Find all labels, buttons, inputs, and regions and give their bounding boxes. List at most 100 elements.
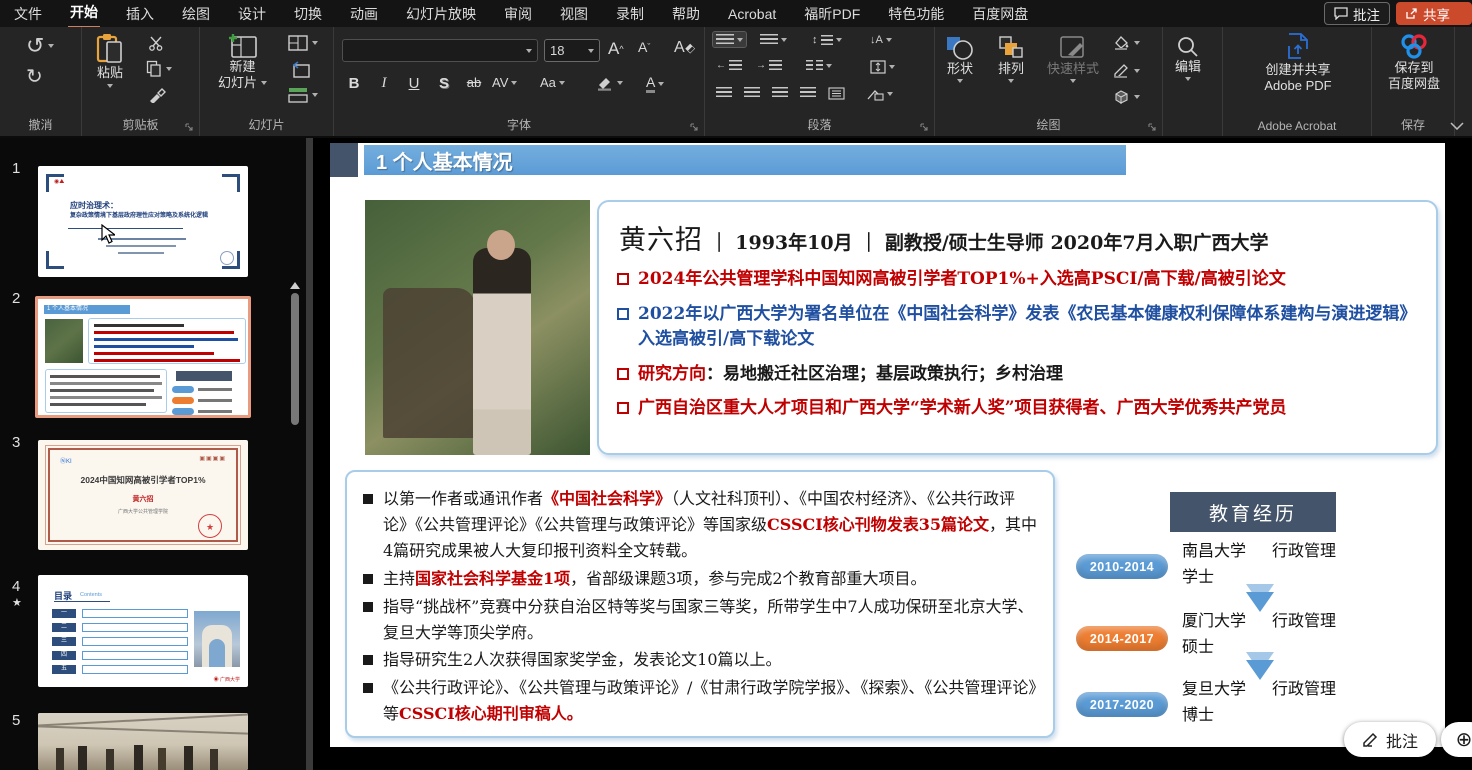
profile-info-box[interactable]: 黄六招 ｜ 1993年10月 ｜ 副教授/硕士生导师 2020年7月入职广西大学… bbox=[597, 200, 1438, 455]
scrollbar-up-arrow[interactable] bbox=[290, 282, 300, 289]
italic-button[interactable]: I bbox=[372, 75, 396, 92]
reset-slide-button[interactable] bbox=[290, 61, 310, 78]
justify-button[interactable] bbox=[797, 85, 819, 100]
align-right-button[interactable] bbox=[769, 85, 791, 100]
shrink-font-button[interactable]: Aˇ bbox=[638, 39, 650, 55]
font-dialog-launcher[interactable] bbox=[690, 123, 699, 132]
columns-button[interactable] bbox=[803, 58, 835, 73]
slide-number-4: 4 bbox=[12, 578, 20, 595]
profile-photo[interactable] bbox=[365, 200, 590, 455]
slide-layout-button[interactable] bbox=[288, 35, 318, 51]
tab-transitions[interactable]: 切换 bbox=[292, 0, 324, 28]
increase-indent-button[interactable]: → bbox=[753, 58, 785, 73]
tab-special-features[interactable]: 特色功能 bbox=[886, 0, 946, 28]
slide-thumbnail-4[interactable]: 目录 Contents 一 二 三 四 五 ◉ 广西大学 bbox=[38, 575, 248, 687]
quick-styles-button[interactable]: 快速样式 bbox=[1047, 35, 1099, 83]
tab-foxit-pdf[interactable]: 福昕PDF bbox=[802, 0, 862, 28]
tab-help[interactable]: 帮助 bbox=[670, 0, 702, 28]
align-left-button[interactable] bbox=[713, 85, 735, 100]
tab-design[interactable]: 设计 bbox=[236, 0, 268, 28]
slide-number-3: 3 bbox=[12, 434, 20, 451]
share-button[interactable]: 共享 bbox=[1396, 2, 1472, 25]
distribute-button[interactable] bbox=[825, 85, 848, 102]
slide-thumbnail-panel: 1 ◉⛰ 应时治理术： 复杂政策情境下基层政府理性应对策略及系统化逻辑 2 1 … bbox=[0, 138, 306, 770]
university-logo: ◉⛰ bbox=[54, 178, 64, 186]
font-name-select[interactable] bbox=[342, 39, 538, 62]
scrollbar-thumb[interactable] bbox=[291, 293, 299, 425]
format-painter-button[interactable] bbox=[148, 87, 166, 103]
slide-thumbnail-1[interactable]: ◉⛰ 应时治理术： 复杂政策情境下基层政府理性应对策略及系统化逻辑 bbox=[38, 166, 248, 277]
section-button[interactable] bbox=[288, 87, 318, 103]
shape-fill-button[interactable] bbox=[1113, 35, 1140, 50]
tab-insert[interactable]: 插入 bbox=[124, 0, 156, 28]
convert-smartart-button[interactable] bbox=[863, 85, 896, 103]
grow-font-button[interactable]: A^ bbox=[608, 39, 624, 59]
education-period-pill: 2017-2020 bbox=[1076, 692, 1168, 717]
redo-button[interactable]: ↻ bbox=[26, 67, 43, 87]
zoom-in-button[interactable]: ⊕ bbox=[1441, 722, 1472, 757]
text-direction-button[interactable]: ↓A bbox=[867, 32, 895, 48]
tab-file[interactable]: 文件 bbox=[12, 0, 44, 28]
panel-divider[interactable] bbox=[306, 138, 313, 770]
person-head-shape bbox=[487, 230, 515, 260]
character-spacing-button[interactable]: AV bbox=[492, 75, 517, 90]
save-to-baidu-button[interactable]: 保存到 百度网盘 bbox=[1380, 32, 1448, 93]
align-text-button[interactable] bbox=[867, 58, 898, 76]
tab-slideshow[interactable]: 幻灯片放映 bbox=[404, 0, 478, 28]
clear-formatting-button[interactable]: A◧ bbox=[674, 39, 694, 57]
undo-button[interactable]: ↺ bbox=[26, 35, 54, 57]
ribbon-group-slides: 新建 幻灯片 幻灯片 bbox=[200, 27, 334, 136]
new-slide-button[interactable]: 新建 幻灯片 bbox=[218, 33, 267, 92]
tab-home[interactable]: 开始 bbox=[68, 0, 100, 29]
tab-baidu-netdisk[interactable]: 百度网盘 bbox=[970, 0, 1030, 28]
shape-outline-button[interactable] bbox=[1113, 63, 1140, 78]
ink-comment-button[interactable]: 批注 bbox=[1344, 722, 1436, 757]
drawing-dialog-launcher[interactable] bbox=[1148, 123, 1157, 132]
slide-thumbnail-3[interactable]: ⓃKI ▣▣▣▣ 2024中国知网高被引学者TOP1% 黄六招 广西大学公共管理… bbox=[38, 440, 248, 550]
slide-thumbnail-2-selected[interactable]: 1 个人基本情况 bbox=[35, 296, 251, 418]
comments-button[interactable]: 批注 bbox=[1324, 2, 1390, 25]
paragraph-dialog-launcher[interactable] bbox=[920, 123, 929, 132]
slide-thumbnail-5[interactable] bbox=[38, 713, 248, 770]
tab-record[interactable]: 录制 bbox=[614, 0, 646, 28]
highlight-color-button[interactable] bbox=[596, 75, 623, 91]
numbering-button[interactable] bbox=[757, 32, 790, 47]
strikethrough-button[interactable]: ab bbox=[462, 75, 486, 90]
cut-button[interactable] bbox=[148, 35, 164, 51]
slide-title[interactable]: 1 个人基本情况 bbox=[364, 145, 1126, 175]
create-share-adobe-pdf-button[interactable]: 创建并共享 Adobe PDF bbox=[1243, 32, 1353, 95]
tab-review[interactable]: 审阅 bbox=[502, 0, 534, 28]
text-shadow-button[interactable]: S bbox=[432, 75, 456, 92]
change-case-button[interactable]: Aa bbox=[540, 75, 565, 90]
arrange-button[interactable]: 排列 bbox=[997, 35, 1025, 83]
bullets-button[interactable] bbox=[713, 32, 746, 47]
underline-button[interactable]: U bbox=[402, 75, 426, 92]
shapes-button[interactable]: 形状 bbox=[945, 35, 975, 83]
mouse-cursor bbox=[100, 224, 115, 244]
bold-button[interactable]: B bbox=[342, 75, 366, 92]
education-panel[interactable]: 教育经历 2010-2014 南昌大学行政管理 学士 2014-2017 厦门大… bbox=[1070, 480, 1442, 742]
copy-button[interactable] bbox=[146, 60, 172, 77]
tab-acrobat[interactable]: Acrobat bbox=[726, 2, 778, 26]
collapse-ribbon-chevron[interactable] bbox=[1450, 122, 1464, 130]
font-size-select[interactable]: 18 bbox=[544, 39, 600, 62]
tab-view[interactable]: 视图 bbox=[558, 0, 590, 28]
tab-draw[interactable]: 绘图 bbox=[180, 0, 212, 28]
education-entry: 复旦大学行政管理 博士 bbox=[1182, 676, 1336, 729]
editing-button[interactable]: 编辑 bbox=[1175, 35, 1201, 81]
decrease-indent-button[interactable]: ← bbox=[713, 58, 745, 73]
tab-animations[interactable]: 动画 bbox=[348, 0, 380, 28]
align-center-button[interactable] bbox=[741, 85, 763, 100]
profile-bullet: 2022年以广西大学为署名单位在《中国社会科学》发表《农民基本健康权利保障体系建… bbox=[617, 302, 1420, 353]
clipboard-dialog-launcher[interactable] bbox=[185, 123, 194, 132]
font-color-button[interactable]: A bbox=[646, 75, 664, 93]
thumbnail-scrollbar[interactable] bbox=[288, 278, 302, 770]
paste-button[interactable]: 粘贴 bbox=[96, 33, 124, 88]
education-header: 教育经历 bbox=[1170, 492, 1336, 532]
red-seal-icon: ★ bbox=[198, 514, 222, 538]
publications-box[interactable]: 以第一作者或通讯作者《中国社会科学》（人文社科顶刊）、《中国农村经济》、《公共行… bbox=[345, 470, 1055, 738]
slide-canvas[interactable]: 1 个人基本情况 黄六招 ｜ 1993年10月 ｜ 副教授/硕士生导师 2020… bbox=[330, 143, 1445, 747]
shape-effects-button[interactable] bbox=[1113, 89, 1140, 104]
ribbon-group-clipboard: 粘贴 剪贴板 bbox=[82, 27, 200, 136]
line-spacing-button[interactable]: ↕ bbox=[809, 32, 845, 48]
